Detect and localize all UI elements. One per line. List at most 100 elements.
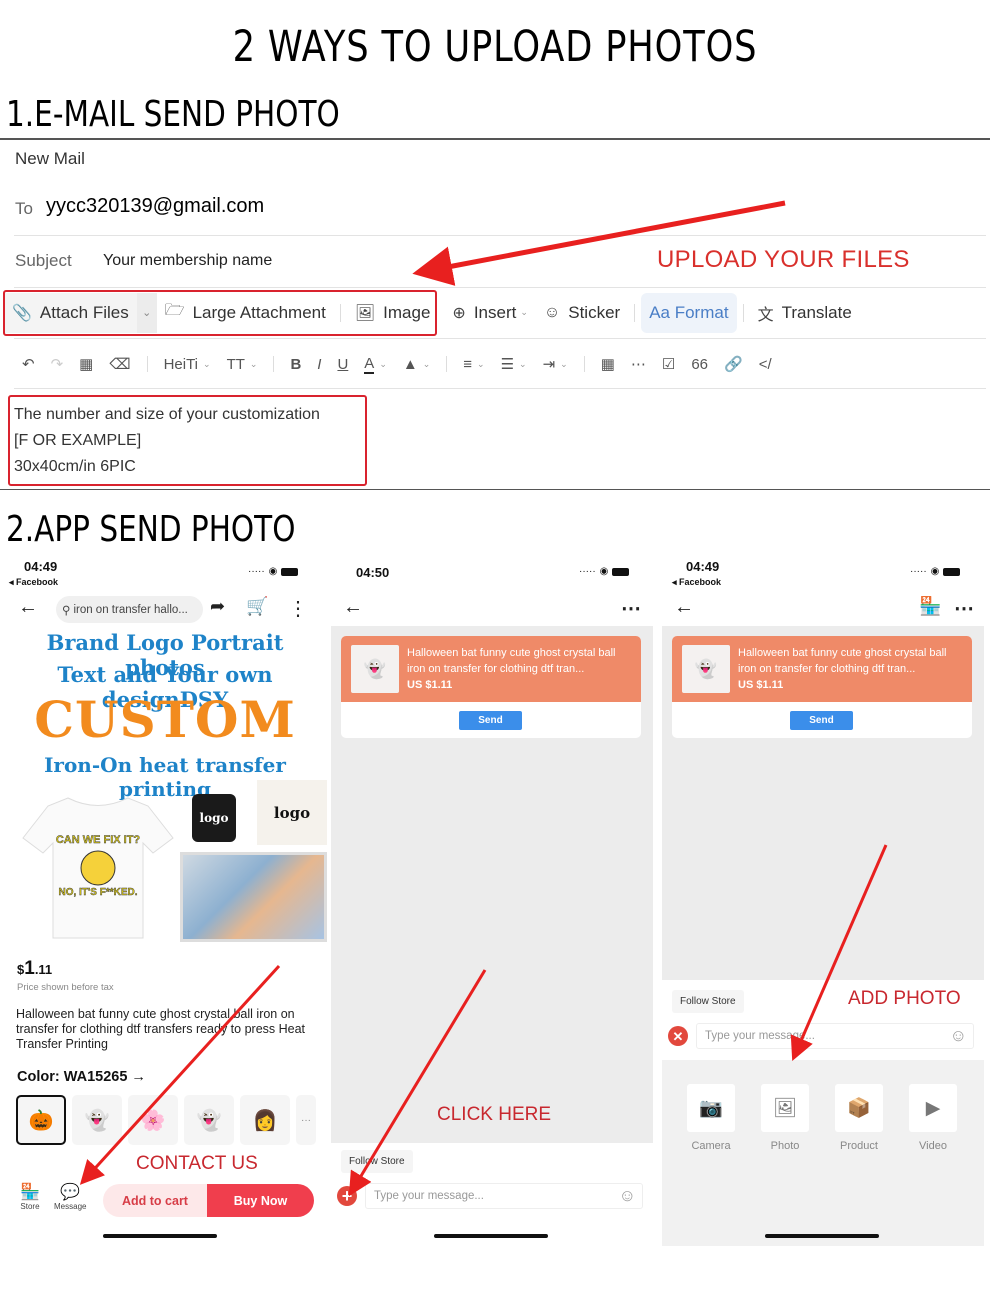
price: $1.11 <box>17 958 52 980</box>
format-painter-icon[interactable]: ▦ <box>79 355 93 373</box>
follow-store-button[interactable]: Follow Store <box>341 1150 413 1173</box>
to-field[interactable]: yycc320139@gmail.com <box>46 195 264 218</box>
message-row: ✕ Type your message... ☺ <box>668 1022 974 1050</box>
home-indicator <box>765 1234 879 1238</box>
chevron-down-icon: ⌄ <box>249 358 258 369</box>
plus-icon[interactable]: + <box>337 1186 357 1206</box>
store-icon[interactable]: 🏪 <box>919 596 941 617</box>
status-time: 04:49 <box>24 559 58 574</box>
section-app-title: 2.APP SEND PHOTO <box>6 509 296 550</box>
more-swatches[interactable]: ··· <box>296 1095 316 1145</box>
font-select[interactable]: HeiTi ⌄ <box>164 356 211 373</box>
highlight-box <box>8 395 367 486</box>
more-horizontal-icon[interactable]: ⋯ <box>954 596 974 621</box>
eraser-icon[interactable]: ⌫ <box>109 355 130 373</box>
swatch[interactable]: 👩 <box>240 1095 290 1145</box>
follow-store-button[interactable]: Follow Store <box>672 990 744 1013</box>
search-text: iron on transfer hallo... <box>73 603 188 616</box>
product-button[interactable]: 📦 Product <box>835 1084 883 1152</box>
divider <box>14 235 986 236</box>
photo-icon: 🖼 <box>761 1084 809 1132</box>
insert-button[interactable]: ⊕ Insert ⌄ <box>444 293 535 333</box>
phone-chat-attach-page: 04:49 ◂ Facebook ····· ◉ ← 🏪 ⋯ 👻 Hallowee… <box>662 552 984 1252</box>
search-icon: ⚲ <box>62 604 71 617</box>
promo-custom: CUSTOM <box>34 690 296 749</box>
camera-icon: 📷 <box>687 1084 735 1132</box>
product-card: 👻 Halloween bat funny cute ghost crystal… <box>672 636 972 738</box>
cart-icon[interactable]: 🛒 <box>246 596 268 617</box>
redo-icon[interactable]: ↷ <box>51 355 64 373</box>
photo-button[interactable]: 🖼 Photo <box>761 1084 809 1152</box>
divider <box>14 338 986 339</box>
indent-button[interactable]: ⇥ ⌄ <box>543 355 568 373</box>
swatch[interactable]: 👻 <box>184 1095 234 1145</box>
send-button[interactable]: Send <box>459 711 522 730</box>
message-input[interactable]: Type your message... ☺ <box>696 1023 974 1049</box>
quote-button[interactable]: 66 <box>691 356 708 373</box>
bold-button[interactable]: B <box>290 356 301 373</box>
status-time: 04:50 <box>356 565 390 580</box>
back-arrow-icon[interactable]: ← <box>674 596 694 619</box>
list-button[interactable]: ≡ ⌄ <box>463 356 484 373</box>
more-vertical-icon[interactable]: ⋮ <box>288 596 308 621</box>
paint-bucket-icon: ▲ <box>402 355 418 373</box>
format-button[interactable]: Aa Format <box>641 292 737 333</box>
emoji-icon[interactable]: ☺ <box>950 1026 967 1046</box>
italic-button[interactable]: I <box>317 356 321 373</box>
font-size-select[interactable]: TT ⌄ <box>227 356 258 373</box>
translate-button[interactable]: 文 Translate <box>750 293 860 333</box>
phone-product-page: 04:49 ◂ Facebook ····· ◉ ← ⚲ iron on trans… <box>4 552 327 1252</box>
video-button[interactable]: ▶ Video <box>909 1084 957 1152</box>
camera-button[interactable]: 📷 Camera <box>687 1084 735 1152</box>
checkbox-icon[interactable]: ☑ <box>662 355 675 373</box>
price-int: 1 <box>24 958 35 979</box>
close-icon[interactable]: ✕ <box>668 1026 688 1046</box>
swatch[interactable]: 👻 <box>72 1095 122 1145</box>
underline-button[interactable]: U <box>337 356 348 373</box>
buy-now-button[interactable]: Buy Now <box>207 1184 314 1217</box>
text-color-button[interactable]: A ⌄ <box>364 355 387 374</box>
highlight-color-button[interactable]: ▲ ⌄ <box>403 356 430 373</box>
more-horizontal-icon[interactable]: ⋯ <box>621 596 641 621</box>
tshirt-image: CAN WE FIX IT? NO, IT'S F**KED. <box>22 797 174 939</box>
color-selector[interactable]: Color: WA15265 → <box>17 1069 146 1085</box>
swatch[interactable]: 🎃 <box>16 1095 66 1145</box>
add-to-cart-button[interactable]: Add to cart <box>103 1184 207 1217</box>
table-icon[interactable]: ▦ <box>601 355 615 373</box>
emoji-icon[interactable]: ☺ <box>619 1186 636 1206</box>
signal-icon: ····· <box>579 566 596 577</box>
status-icons: ····· ◉ <box>579 566 630 577</box>
search-input[interactable]: ⚲ iron on transfer hallo... <box>56 596 203 623</box>
product-thumbnail: 👻 <box>351 645 399 693</box>
message-input[interactable]: Type your message... ☺ <box>365 1183 643 1209</box>
separator <box>634 303 636 322</box>
link-icon[interactable]: 🔗 <box>724 355 743 373</box>
store-icon: 🏪 <box>20 1184 40 1201</box>
swatch[interactable]: 🌸 <box>128 1095 178 1145</box>
back-arrow-icon[interactable]: ← <box>18 596 38 619</box>
align-button[interactable]: ☰ ⌄ <box>501 355 527 373</box>
home-indicator <box>103 1234 217 1238</box>
annotation-upload-files: UPLOAD YOUR FILES <box>657 246 910 273</box>
divider-line-icon[interactable]: ⋯ <box>631 355 646 373</box>
code-button[interactable]: </ <box>759 356 772 373</box>
undo-icon[interactable]: ↶ <box>22 355 35 373</box>
send-button[interactable]: Send <box>790 711 853 730</box>
subject-field[interactable]: Your membership name <box>103 252 272 270</box>
annotation-click-here: CLICK HERE <box>437 1104 552 1125</box>
back-to-facebook[interactable]: ◂ Facebook <box>672 577 721 588</box>
annotation-add-photo: ADD PHOTO <box>848 988 961 1009</box>
product-thumbnail: 👻 <box>682 645 730 693</box>
message-button[interactable]: 💬 Message <box>54 1182 86 1211</box>
separator <box>742 303 744 322</box>
signal-icon: ····· <box>910 566 927 577</box>
back-arrow-icon[interactable]: ← <box>343 596 363 619</box>
chevron-down-icon: ⌄ <box>477 358 485 369</box>
status-time: 04:49 <box>686 559 720 574</box>
back-to-facebook[interactable]: ◂ Facebook <box>9 577 58 588</box>
share-icon[interactable]: ➦ <box>210 596 225 617</box>
store-button[interactable]: 🏪 Store <box>20 1182 40 1211</box>
logo-text: logo <box>273 804 311 822</box>
sticker-button[interactable]: ☺ Sticker <box>536 293 628 333</box>
divider <box>0 489 990 490</box>
